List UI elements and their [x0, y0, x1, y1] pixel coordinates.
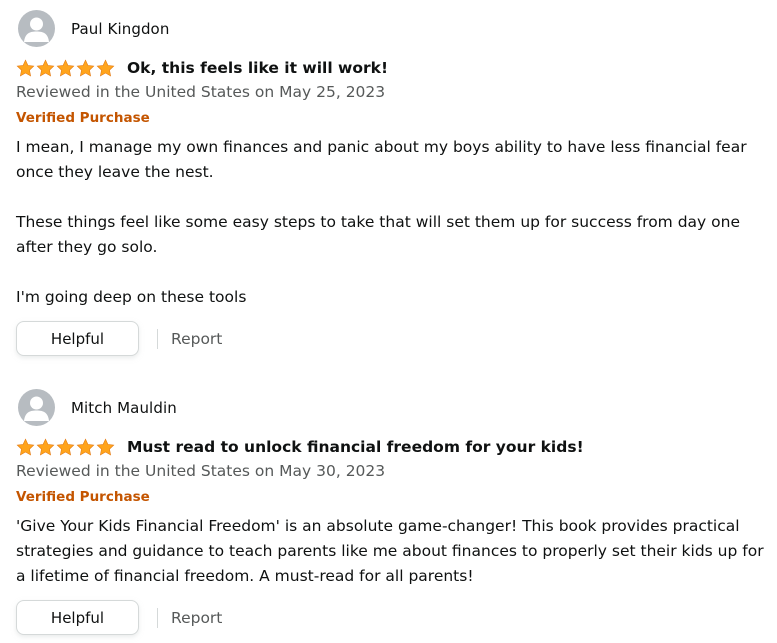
- review-title-row: Ok, this feels like it will work!: [16, 57, 388, 79]
- reviewer-name[interactable]: Paul Kingdon: [71, 20, 169, 38]
- star-rating[interactable]: [16, 58, 115, 78]
- star-icon: [96, 437, 115, 455]
- review-paragraph: 'Give Your Kids Financial Freedom' is an…: [16, 517, 764, 585]
- star-icon: [56, 437, 75, 455]
- star-icon: [16, 58, 35, 76]
- star-icon: [76, 58, 95, 76]
- review-body: 'Give Your Kids Financial Freedom' is an…: [16, 514, 766, 589]
- reviewer-profile[interactable]: Paul Kingdon: [18, 10, 169, 47]
- star-rating[interactable]: [16, 437, 115, 457]
- reviewer-name[interactable]: Mitch Mauldin: [71, 399, 177, 417]
- review-title[interactable]: Ok, this feels like it will work!: [127, 59, 388, 77]
- helpful-button[interactable]: Helpful: [16, 600, 139, 635]
- review-body: I mean, I manage my own finances and pan…: [16, 135, 766, 310]
- star-icon: [76, 437, 95, 455]
- review-paragraph: These things feel like some easy steps t…: [16, 213, 740, 256]
- report-link[interactable]: Report: [171, 609, 222, 627]
- review-date: Reviewed in the United States on May 30,…: [16, 462, 386, 480]
- divider: [157, 328, 158, 349]
- review-actions: Helpful Report: [16, 600, 222, 635]
- avatar-icon: [18, 389, 55, 426]
- review-title-row: Must read to unlock financial freedom fo…: [16, 436, 584, 458]
- star-icon: [16, 437, 35, 455]
- star-icon: [56, 58, 75, 76]
- review-paragraph: I mean, I manage my own finances and pan…: [16, 138, 747, 181]
- helpful-button[interactable]: Helpful: [16, 321, 139, 356]
- verified-purchase-badge[interactable]: Verified Purchase: [16, 110, 150, 126]
- star-icon: [36, 58, 55, 76]
- reviewer-profile[interactable]: Mitch Mauldin: [18, 389, 177, 426]
- review-title[interactable]: Must read to unlock financial freedom fo…: [127, 438, 584, 456]
- divider: [157, 607, 158, 628]
- avatar-icon: [18, 10, 55, 47]
- review-date: Reviewed in the United States on May 25,…: [16, 83, 386, 101]
- star-icon: [36, 437, 55, 455]
- report-link[interactable]: Report: [171, 330, 222, 348]
- review-paragraph: I'm going deep on these tools: [16, 288, 247, 306]
- review-actions: Helpful Report: [16, 321, 222, 356]
- star-icon: [96, 58, 115, 76]
- verified-purchase-badge[interactable]: Verified Purchase: [16, 489, 150, 505]
